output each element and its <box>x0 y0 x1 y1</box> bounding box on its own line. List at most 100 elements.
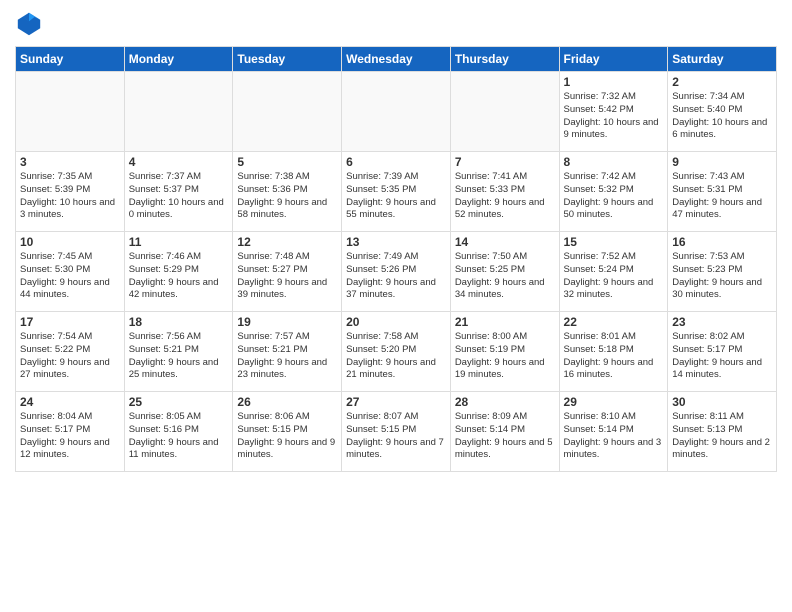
logo-icon <box>15 10 43 38</box>
day-cell <box>233 72 342 152</box>
day-cell: 9 Sunrise: 7:43 AM Sunset: 5:31 PM Daylig… <box>668 152 777 232</box>
day-info: Sunrise: 7:45 AM Sunset: 5:30 PM Dayligh… <box>20 251 120 302</box>
col-saturday: Saturday <box>668 47 777 72</box>
logo <box>15 10 47 38</box>
day-info: Sunrise: 8:05 AM Sunset: 5:16 PM Dayligh… <box>129 411 229 462</box>
day-number: 2 <box>672 75 772 89</box>
day-number: 14 <box>455 235 555 249</box>
day-cell: 22 Sunrise: 8:01 AM Sunset: 5:18 PM Dayli… <box>559 312 668 392</box>
day-cell <box>16 72 125 152</box>
col-thursday: Thursday <box>450 47 559 72</box>
day-cell: 21 Sunrise: 8:00 AM Sunset: 5:19 PM Dayli… <box>450 312 559 392</box>
day-cell: 17 Sunrise: 7:54 AM Sunset: 5:22 PM Dayli… <box>16 312 125 392</box>
day-number: 18 <box>129 315 229 329</box>
day-cell: 7Sunrise: 7:41 AM Sunset: 5:33 PM Daylig… <box>450 152 559 232</box>
day-info: Sunrise: 7:41 AM Sunset: 5:33 PM Dayligh… <box>455 171 555 222</box>
day-info: Sunrise: 8:10 AM Sunset: 5:14 PM Dayligh… <box>564 411 664 462</box>
day-cell: 11Sunrise: 7:46 AM Sunset: 5:29 PM Dayli… <box>124 232 233 312</box>
col-tuesday: Tuesday <box>233 47 342 72</box>
day-cell: 8 Sunrise: 7:42 AM Sunset: 5:32 PM Daylig… <box>559 152 668 232</box>
day-info: Sunrise: 7:48 AM Sunset: 5:27 PM Dayligh… <box>237 251 337 302</box>
day-cell <box>342 72 451 152</box>
day-cell: 18 Sunrise: 7:56 AM Sunset: 5:21 PM Dayli… <box>124 312 233 392</box>
day-cell: 16 Sunrise: 7:53 AM Sunset: 5:23 PM Dayli… <box>668 232 777 312</box>
day-info: Sunrise: 8:04 AM Sunset: 5:17 PM Dayligh… <box>20 411 120 462</box>
day-number: 26 <box>237 395 337 409</box>
week-row-1: 1 Sunrise: 7:32 AM Sunset: 5:42 PM Daylig… <box>16 72 777 152</box>
day-cell: 27Sunrise: 8:07 AM Sunset: 5:15 PM Dayli… <box>342 392 451 472</box>
day-info: Sunrise: 7:37 AM Sunset: 5:37 PM Dayligh… <box>129 171 229 222</box>
day-cell: 1 Sunrise: 7:32 AM Sunset: 5:42 PM Daylig… <box>559 72 668 152</box>
day-number: 29 <box>564 395 664 409</box>
col-wednesday: Wednesday <box>342 47 451 72</box>
day-info: Sunrise: 7:46 AM Sunset: 5:29 PM Dayligh… <box>129 251 229 302</box>
day-cell: 5 Sunrise: 7:38 AM Sunset: 5:36 PM Daylig… <box>233 152 342 232</box>
day-number: 19 <box>237 315 337 329</box>
day-info: Sunrise: 8:11 AM Sunset: 5:13 PM Dayligh… <box>672 411 772 462</box>
day-cell: 4 Sunrise: 7:37 AM Sunset: 5:37 PM Daylig… <box>124 152 233 232</box>
day-info: Sunrise: 7:52 AM Sunset: 5:24 PM Dayligh… <box>564 251 664 302</box>
day-number: 25 <box>129 395 229 409</box>
day-info: Sunrise: 7:43 AM Sunset: 5:31 PM Dayligh… <box>672 171 772 222</box>
day-cell: 30 Sunrise: 8:11 AM Sunset: 5:13 PM Dayli… <box>668 392 777 472</box>
day-number: 30 <box>672 395 772 409</box>
day-number: 9 <box>672 155 772 169</box>
day-number: 1 <box>564 75 664 89</box>
day-info: Sunrise: 7:32 AM Sunset: 5:42 PM Dayligh… <box>564 91 664 142</box>
day-cell: 10 Sunrise: 7:45 AM Sunset: 5:30 PM Dayli… <box>16 232 125 312</box>
day-cell: 2Sunrise: 7:34 AM Sunset: 5:40 PM Daylig… <box>668 72 777 152</box>
day-number: 28 <box>455 395 555 409</box>
day-info: Sunrise: 7:39 AM Sunset: 5:35 PM Dayligh… <box>346 171 446 222</box>
week-row-5: 24 Sunrise: 8:04 AM Sunset: 5:17 PM Dayli… <box>16 392 777 472</box>
day-info: Sunrise: 8:00 AM Sunset: 5:19 PM Dayligh… <box>455 331 555 382</box>
day-info: Sunrise: 7:50 AM Sunset: 5:25 PM Dayligh… <box>455 251 555 302</box>
day-cell <box>450 72 559 152</box>
week-row-2: 3Sunrise: 7:35 AM Sunset: 5:39 PM Daylig… <box>16 152 777 232</box>
day-cell: 3Sunrise: 7:35 AM Sunset: 5:39 PM Daylig… <box>16 152 125 232</box>
day-info: Sunrise: 7:56 AM Sunset: 5:21 PM Dayligh… <box>129 331 229 382</box>
col-sunday: Sunday <box>16 47 125 72</box>
day-info: Sunrise: 7:42 AM Sunset: 5:32 PM Dayligh… <box>564 171 664 222</box>
day-number: 17 <box>20 315 120 329</box>
week-row-3: 10 Sunrise: 7:45 AM Sunset: 5:30 PM Dayli… <box>16 232 777 312</box>
day-number: 16 <box>672 235 772 249</box>
day-cell <box>124 72 233 152</box>
day-info: Sunrise: 8:02 AM Sunset: 5:17 PM Dayligh… <box>672 331 772 382</box>
day-number: 21 <box>455 315 555 329</box>
day-info: Sunrise: 7:53 AM Sunset: 5:23 PM Dayligh… <box>672 251 772 302</box>
day-cell: 20 Sunrise: 7:58 AM Sunset: 5:20 PM Dayli… <box>342 312 451 392</box>
day-info: Sunrise: 8:09 AM Sunset: 5:14 PM Dayligh… <box>455 411 555 462</box>
day-number: 20 <box>346 315 446 329</box>
calendar: Sunday Monday Tuesday Wednesday Thursday… <box>15 46 777 472</box>
weekday-header-row: Sunday Monday Tuesday Wednesday Thursday… <box>16 47 777 72</box>
day-info: Sunrise: 8:01 AM Sunset: 5:18 PM Dayligh… <box>564 331 664 382</box>
day-number: 24 <box>20 395 120 409</box>
day-info: Sunrise: 7:49 AM Sunset: 5:26 PM Dayligh… <box>346 251 446 302</box>
day-number: 4 <box>129 155 229 169</box>
day-cell: 13 Sunrise: 7:49 AM Sunset: 5:26 PM Dayli… <box>342 232 451 312</box>
day-info: Sunrise: 7:58 AM Sunset: 5:20 PM Dayligh… <box>346 331 446 382</box>
day-number: 8 <box>564 155 664 169</box>
day-cell: 15Sunrise: 7:52 AM Sunset: 5:24 PM Dayli… <box>559 232 668 312</box>
day-number: 10 <box>20 235 120 249</box>
day-info: Sunrise: 7:57 AM Sunset: 5:21 PM Dayligh… <box>237 331 337 382</box>
header <box>15 10 777 38</box>
page: Sunday Monday Tuesday Wednesday Thursday… <box>0 0 792 612</box>
day-number: 22 <box>564 315 664 329</box>
day-number: 13 <box>346 235 446 249</box>
day-cell: 29 Sunrise: 8:10 AM Sunset: 5:14 PM Dayli… <box>559 392 668 472</box>
day-number: 5 <box>237 155 337 169</box>
day-cell: 24 Sunrise: 8:04 AM Sunset: 5:17 PM Dayli… <box>16 392 125 472</box>
day-info: Sunrise: 8:06 AM Sunset: 5:15 PM Dayligh… <box>237 411 337 462</box>
day-cell: 6Sunrise: 7:39 AM Sunset: 5:35 PM Daylig… <box>342 152 451 232</box>
day-number: 23 <box>672 315 772 329</box>
day-cell: 12Sunrise: 7:48 AM Sunset: 5:27 PM Dayli… <box>233 232 342 312</box>
day-cell: 28 Sunrise: 8:09 AM Sunset: 5:14 PM Dayli… <box>450 392 559 472</box>
col-monday: Monday <box>124 47 233 72</box>
day-number: 3 <box>20 155 120 169</box>
day-info: Sunrise: 7:38 AM Sunset: 5:36 PM Dayligh… <box>237 171 337 222</box>
day-cell: 23 Sunrise: 8:02 AM Sunset: 5:17 PM Dayli… <box>668 312 777 392</box>
day-cell: 25 Sunrise: 8:05 AM Sunset: 5:16 PM Dayli… <box>124 392 233 472</box>
day-info: Sunrise: 7:54 AM Sunset: 5:22 PM Dayligh… <box>20 331 120 382</box>
col-friday: Friday <box>559 47 668 72</box>
